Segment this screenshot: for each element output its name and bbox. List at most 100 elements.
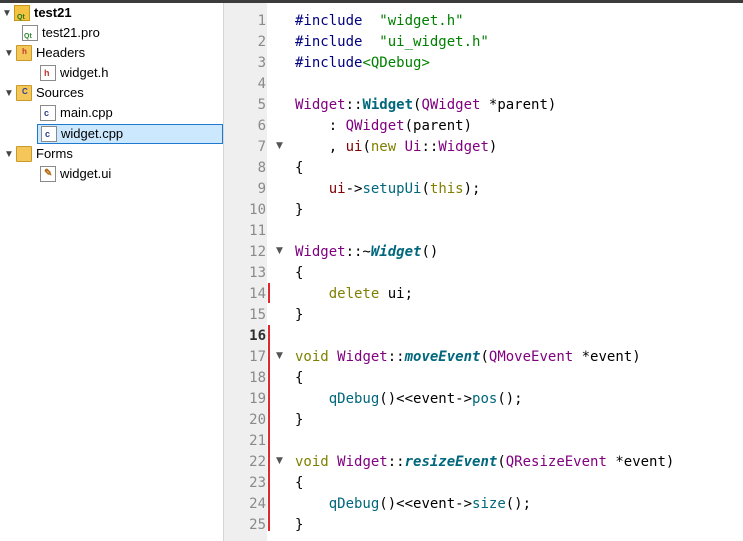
code-token: *	[573, 349, 591, 365]
project-tree[interactable]: ▼ test21 test21.pro ▼ Headers widget.h ▼…	[0, 3, 224, 541]
code-token: );	[463, 181, 481, 197]
line-number: 22	[224, 452, 267, 473]
code-line[interactable]: {	[295, 263, 303, 284]
code-token: )	[547, 97, 557, 113]
line-number-text: 23	[249, 475, 266, 491]
tree-item-headers[interactable]: ▼ Headers	[2, 43, 85, 63]
code-line[interactable]: ui->setupUi(this);	[295, 179, 481, 200]
code-token: delete	[328, 286, 380, 302]
code-line[interactable]: {	[295, 368, 303, 389]
code-token: }	[295, 307, 304, 323]
code-line[interactable]: }	[295, 305, 303, 326]
tree-item-widget-cpp[interactable]: widget.cpp	[37, 124, 223, 144]
change-marker	[268, 283, 270, 303]
code-token: (parent)	[404, 118, 473, 134]
fold-arrow-icon[interactable]: ▼	[276, 136, 286, 157]
code-line[interactable]: qDebug()<<event->size();	[295, 494, 531, 515]
line-number: 7	[224, 137, 267, 158]
line-number: 2	[224, 32, 267, 53]
code-token: )	[632, 349, 641, 365]
code-line[interactable]: : QWidget(parent)	[295, 116, 472, 137]
line-number-text: 16	[249, 328, 266, 344]
chevron-down-icon[interactable]: ▼	[2, 48, 16, 59]
code-token: Widget	[362, 97, 414, 113]
fold-arrow-icon[interactable]: ▼	[276, 346, 286, 367]
code-line[interactable]: Widget::~Widget()	[295, 242, 438, 263]
line-number-text: 2	[257, 34, 266, 50]
code-token: ::	[387, 349, 405, 365]
code-token: *	[480, 97, 498, 113]
code-token: moveEvent	[404, 349, 481, 365]
line-number-text: 7	[257, 139, 266, 155]
line-number: 23	[224, 473, 267, 494]
code-line[interactable]: #include "ui_widget.h"	[295, 32, 489, 53]
code-line[interactable]: qDebug()<<event->pos();	[295, 389, 523, 410]
fold-arrow-icon[interactable]: ▼	[276, 451, 286, 472]
code-token: resizeEvent	[404, 454, 498, 470]
code-line[interactable]: , ui(new Ui::Widget)	[295, 137, 498, 158]
code-token: :	[295, 118, 346, 134]
pro-file-icon	[22, 25, 38, 41]
line-number-text: 18	[249, 370, 266, 386]
code-token: {	[295, 160, 304, 176]
code-token: event	[413, 391, 456, 407]
code-token: QResizeEvent	[505, 454, 607, 470]
code-token: ui	[345, 139, 363, 155]
line-number-gutter[interactable]: 1 2 3 4 5 6 7 8 9 10 11 12 13 14 15 16 17 18 19 20 21 22 23 24 2…	[224, 3, 267, 541]
code-token: #include	[295, 34, 371, 50]
chevron-down-icon[interactable]: ▼	[0, 8, 14, 19]
tree-item-pro-file[interactable]: test21.pro	[22, 23, 100, 43]
code-token: }	[295, 202, 304, 218]
code-line[interactable]: }	[295, 515, 303, 536]
line-number: 18	[224, 368, 267, 389]
code-line[interactable]: {	[295, 473, 303, 494]
code-token: #include	[295, 13, 371, 29]
tree-item-main-cpp[interactable]: main.cpp	[40, 103, 113, 123]
code-line[interactable]: void Widget::moveEvent(QMoveEvent *event…	[295, 347, 641, 368]
code-line[interactable]: delete ui;	[295, 284, 413, 305]
code-line[interactable]: }	[295, 200, 303, 221]
code-token: ()<<	[379, 391, 414, 407]
line-number-text: 6	[257, 118, 266, 134]
code-token: QMoveEvent	[488, 349, 574, 365]
ui-file-icon	[40, 166, 56, 182]
code-line[interactable]: }	[295, 410, 303, 431]
tree-item-forms[interactable]: ▼ Forms	[2, 144, 73, 164]
fold-arrow-icon[interactable]: ▼	[276, 241, 286, 262]
tree-item-label: Headers	[36, 45, 86, 60]
code-token: Widget	[337, 454, 388, 470]
project-icon	[14, 5, 30, 21]
code-line[interactable]: #include "widget.h"	[295, 11, 464, 32]
code-line[interactable]: {	[295, 158, 303, 179]
tree-item-widget-ui[interactable]: widget.ui	[40, 164, 111, 184]
chevron-down-icon[interactable]: ▼	[2, 149, 16, 160]
code-token: <QDebug>	[362, 55, 430, 71]
line-number-text: 11	[249, 223, 266, 239]
line-number: 20	[224, 410, 267, 431]
code-token: qDebug	[328, 496, 380, 512]
tree-item-widget-h[interactable]: widget.h	[40, 63, 108, 83]
chevron-down-icon[interactable]: ▼	[2, 88, 16, 99]
code-token: ();	[497, 391, 523, 407]
tree-item-sources[interactable]: ▼ Sources	[2, 83, 84, 103]
code-token: {	[295, 265, 304, 281]
code-token: (	[421, 181, 430, 197]
line-number-text: 20	[249, 412, 266, 428]
code-line[interactable]: #include<QDebug>	[295, 53, 430, 74]
code-token: ->	[345, 181, 363, 197]
code-token: ui	[387, 286, 405, 302]
line-number-text: 9	[257, 181, 266, 197]
code-token: }	[295, 517, 304, 533]
line-number: 4	[224, 74, 267, 95]
code-line[interactable]: void Widget::resizeEvent(QResizeEvent *e…	[295, 452, 674, 473]
line-number: 3	[224, 53, 267, 74]
tree-item-project[interactable]: ▼ test21	[0, 3, 72, 23]
code-line[interactable]: Widget::Widget(QWidget *parent)	[295, 95, 556, 116]
line-number: 5	[224, 95, 267, 116]
code-token: qDebug	[328, 391, 380, 407]
tree-item-label: widget.cpp	[61, 126, 124, 141]
sources-folder-icon	[16, 85, 32, 101]
